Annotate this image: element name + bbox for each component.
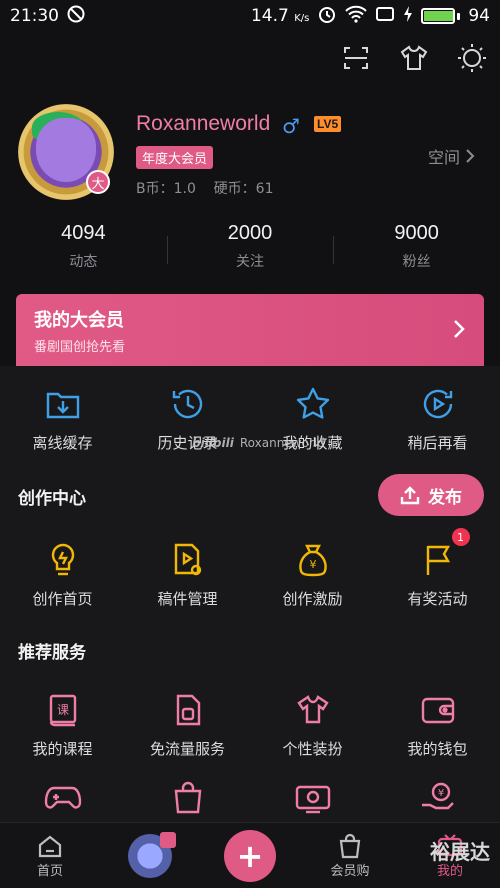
wifi-icon — [345, 5, 368, 28]
creator-home-item[interactable]: 创作首页 — [0, 540, 125, 609]
nav-dynamic[interactable] — [100, 823, 200, 888]
coin-item[interactable]: ¥ — [375, 778, 500, 818]
download-folder-icon — [43, 384, 83, 424]
stat-fans[interactable]: 9000 粉丝 — [333, 222, 500, 278]
vip-card-subtitle: 番剧国创抢先看 — [34, 340, 126, 355]
services-items-row: 课 我的课程 免流量服务 个性装扮 我的钱包 — [0, 690, 500, 759]
creator-center-title: 创作中心 — [18, 489, 86, 509]
stat-following[interactable]: 2000 关注 — [166, 222, 334, 278]
home-icon — [37, 832, 63, 860]
tshirt-icon — [293, 690, 333, 730]
corner-watermark: 裕展达 — [430, 840, 490, 864]
creator-incentive-item[interactable]: ¥ 创作激励 — [250, 540, 375, 609]
upload-icon — [400, 486, 420, 505]
screen-icon — [375, 5, 395, 28]
nav-publish[interactable]: + — [200, 823, 300, 888]
video-watermark: bilibili Roxanneworld — [192, 436, 325, 450]
manuscript-item[interactable]: 稿件管理 — [125, 540, 250, 609]
course-book-icon: 课 — [43, 690, 83, 730]
space-link[interactable]: 空间 — [428, 144, 476, 168]
publish-button[interactable]: 发布 — [378, 474, 484, 516]
lightbulb-icon — [43, 540, 83, 580]
theme-sun-icon[interactable] — [456, 42, 488, 74]
battery-icon — [421, 8, 461, 24]
offline-cache-item[interactable]: 离线缓存 — [0, 384, 125, 453]
svg-text:¥: ¥ — [309, 558, 316, 571]
clock: 21:30 — [10, 6, 59, 26]
do-not-disturb-icon — [67, 5, 85, 28]
shopping-bag-icon — [168, 778, 208, 818]
shop-item[interactable] — [125, 778, 250, 818]
tv-item[interactable] — [250, 778, 375, 818]
watch-later-icon — [418, 384, 458, 424]
charging-icon — [403, 5, 413, 28]
my-courses-item[interactable]: 课 我的课程 — [0, 690, 125, 759]
stats-row: 4094 动态 2000 关注 9000 粉丝 — [0, 222, 500, 278]
hand-coin-icon: ¥ — [418, 778, 458, 818]
profile-header[interactable]: 大 Roxanneworld ♂ LV5 年度大会员 B币：1.0 硬币：61 … — [18, 104, 488, 204]
vip-avatar-badge: 大 — [86, 170, 110, 194]
network-speed: 14.7 K/s — [250, 6, 310, 26]
game-center-item[interactable] — [0, 778, 125, 818]
vip-card-title: 我的大会员 — [34, 310, 124, 331]
notification-badge: 1 — [451, 528, 470, 546]
bottom-nav: 首页 + 会员购 我的 — [0, 822, 500, 888]
plus-icon: + — [224, 829, 276, 882]
male-gender-icon: ♂ — [282, 114, 300, 138]
sim-card-icon — [168, 690, 208, 730]
wallet-icon — [418, 690, 458, 730]
flag-icon: 1 — [418, 528, 470, 580]
scan-icon[interactable] — [340, 42, 372, 74]
dynamic-avatar — [128, 831, 176, 878]
services-row2: ¥ — [0, 778, 500, 818]
star-icon — [293, 384, 333, 424]
username[interactable]: Roxanneworld — [136, 112, 270, 136]
manuscript-icon — [168, 540, 208, 580]
personal-dress-item[interactable]: 个性装扮 — [250, 690, 375, 759]
my-wallet-item[interactable]: 我的钱包 — [375, 690, 500, 759]
tshirt-icon[interactable] — [398, 42, 430, 74]
vip-tag[interactable]: 年度大会员 — [136, 146, 214, 169]
rewards-activity-item[interactable]: 1 有奖活动 — [375, 528, 500, 609]
svg-text:课: 课 — [56, 703, 68, 717]
watch-later-item[interactable]: 稍后再看 — [375, 384, 500, 453]
shopping-bag-icon — [338, 832, 362, 860]
coins-info: B币：1.0 硬币：61 — [136, 181, 274, 197]
chevron-right-icon — [466, 149, 475, 163]
avatar[interactable]: 大 — [18, 104, 114, 200]
battery-percent: 94 — [468, 6, 490, 26]
nav-member-shop[interactable]: 会员购 — [300, 823, 400, 888]
alarm-icon — [317, 4, 337, 29]
top-actions — [340, 42, 488, 74]
history-clock-icon — [168, 384, 208, 424]
nav-home[interactable]: 首页 — [0, 823, 100, 888]
money-bag-icon: ¥ — [293, 540, 333, 580]
gamepad-icon — [43, 778, 83, 818]
chevron-right-icon — [454, 320, 465, 338]
svg-text:¥: ¥ — [437, 788, 443, 799]
space-label: 空间 — [427, 148, 460, 167]
creator-items-row: 创作首页 稿件管理 ¥ 创作激励 1 有奖活动 — [0, 528, 500, 609]
vip-card[interactable]: 我的大会员 番剧国创抢先看 — [16, 294, 484, 368]
services-title: 推荐服务 — [18, 643, 86, 663]
tv-icon — [293, 778, 333, 818]
level-badge: LV5 — [314, 116, 342, 132]
status-bar: 21:30 14.7 K/s 94 — [0, 0, 500, 32]
free-data-item[interactable]: 免流量服务 — [125, 690, 250, 759]
stat-dynamics[interactable]: 4094 动态 — [0, 222, 167, 278]
